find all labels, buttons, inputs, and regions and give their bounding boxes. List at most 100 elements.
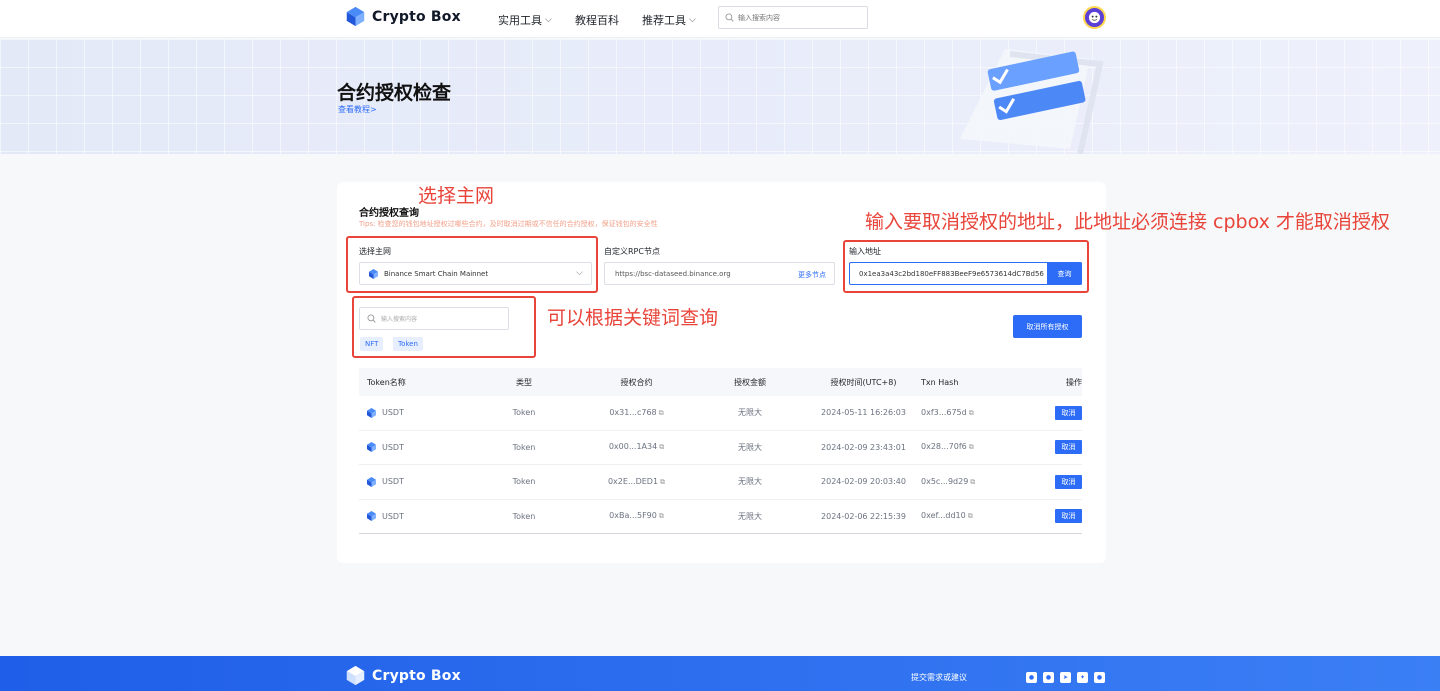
table-header: Token名称 类型 授权合约 授权金额 授权时间(UTC+8) Txn Has… — [359, 368, 1082, 396]
rpc-label: 自定义RPC节点 — [604, 247, 660, 256]
contract-address: 0xBa...5F90 — [609, 511, 657, 521]
tips-text: Tips: 检查您的钱包地址授权过哪些合约，及时取消过期或不信任的合约授权，保证… — [359, 220, 658, 228]
contract-illustration-icon — [960, 49, 1104, 154]
annotation-box-address — [843, 240, 1089, 293]
token-icon — [367, 511, 376, 522]
txn-hash[interactable]: 0xf3...675d — [921, 408, 967, 417]
amount: 无限大 — [738, 511, 762, 521]
page-title: 合约授权检查 — [337, 82, 452, 104]
nav-wiki[interactable]: 教程百科 — [575, 12, 619, 28]
auth-time: 2024-05-11 16:26:03 — [821, 408, 906, 418]
telegram-icon[interactable]: ➤ — [1060, 672, 1071, 683]
chevron-down-icon: ⌵ — [545, 15, 552, 25]
annotation-network-text: 选择主网 — [418, 185, 495, 207]
token-name: USDT — [382, 442, 404, 452]
crypto-box-logo-icon — [346, 665, 365, 686]
copy-icon[interactable]: ⧉ — [970, 478, 975, 486]
discord-icon[interactable]: ● — [1094, 672, 1105, 683]
authorization-table: Token名称 类型 授权合约 授权金额 授权时间(UTC+8) Txn Has… — [359, 368, 1082, 534]
token-type: Token — [512, 442, 536, 452]
nav-recommended[interactable]: 推荐工具 ⌵ — [642, 12, 696, 28]
copy-icon[interactable]: ⧉ — [659, 443, 664, 451]
auth-time: 2024-02-09 20:03:40 — [821, 477, 906, 487]
rpc-value: https://bsc-dataseed.binance.org — [615, 269, 731, 278]
cancel-button[interactable]: 取消 — [1055, 474, 1082, 489]
header-type: 类型 — [516, 377, 532, 387]
tutorial-link[interactable]: 查看教程> — [338, 104, 377, 115]
hash-cell: 0x5c...9d29 ⧉ — [921, 477, 1001, 487]
nav-tools-label: 实用工具 — [498, 14, 542, 27]
rpc-input[interactable]: https://bsc-dataseed.binance.org 更多节点 — [604, 262, 835, 285]
contract-cell: 0xBa...5F90 ⧉ — [579, 511, 694, 521]
header-amount: 授权金额 — [734, 377, 766, 387]
avatar-face-icon — [1088, 11, 1101, 24]
cancel-button[interactable]: 取消 — [1055, 405, 1082, 420]
auth-time: 2024-02-09 23:43:01 — [821, 442, 906, 452]
header-search[interactable] — [718, 6, 868, 29]
token-type: Token — [512, 477, 536, 487]
footer: Crypto Box 提交需求或建议 ● ● ➤ ✦ ● — [0, 656, 1440, 691]
contract-cell: 0x00...1A34 ⧉ — [579, 442, 694, 452]
token-icon — [367, 407, 376, 418]
revoke-all-button[interactable]: 取消所有授权 — [1013, 315, 1082, 338]
token-type: Token — [512, 511, 536, 521]
amount: 无限大 — [738, 442, 762, 452]
user-avatar[interactable] — [1083, 6, 1106, 29]
hash-cell: 0xf3...675d ⧉ — [921, 408, 1001, 418]
wechat-icon[interactable]: ● — [1026, 672, 1037, 683]
token-name: USDT — [382, 477, 404, 487]
brand-logo[interactable]: Crypto Box — [345, 6, 461, 27]
txn-hash[interactable]: 0x5c...9d29 — [921, 477, 968, 486]
txn-hash[interactable]: 0xef...dd10 — [921, 511, 966, 520]
copy-icon[interactable]: ⧉ — [969, 443, 974, 451]
more-nodes-link[interactable]: 更多节点 — [798, 270, 826, 280]
nav-wiki-label: 教程百科 — [575, 14, 619, 27]
hash-cell: 0x28...70f6 ⧉ — [921, 442, 1001, 452]
copy-icon[interactable]: ⧉ — [968, 512, 973, 520]
copy-icon[interactable]: ⧉ — [660, 478, 665, 486]
token-icon — [367, 476, 376, 487]
table-row: USDT Token 0x00...1A34 ⧉ 无限大 2024-02-09 2… — [359, 431, 1082, 465]
table-row: USDT Token 0x2E...DED1 ⧉ 无限大 2024-02-09 2… — [359, 465, 1082, 500]
contract-cell: 0x2E...DED1 ⧉ — [579, 477, 694, 487]
copy-icon[interactable]: ⧉ — [969, 409, 974, 417]
nav-recommended-label: 推荐工具 — [642, 14, 686, 27]
contract-address: 0x00...1A34 — [608, 442, 658, 452]
token-name: USDT — [382, 408, 404, 418]
header-action: 操作 — [1066, 377, 1082, 387]
contract-address: 0x2E...DED1 — [607, 476, 659, 486]
cancel-button[interactable]: 取消 — [1055, 440, 1082, 455]
contract-address: 0x31...c768 — [609, 407, 657, 417]
token-icon — [367, 442, 376, 453]
auth-time: 2024-02-06 22:15:39 — [821, 511, 906, 521]
header-token: Token名称 — [367, 377, 406, 387]
top-navbar: Crypto Box 实用工具 ⌵ 教程百科 推荐工具 ⌵ — [0, 0, 1440, 38]
header-hash: Txn Hash — [921, 377, 959, 387]
hero-grid-pattern — [0, 39, 1440, 154]
search-icon — [725, 13, 734, 22]
annotation-box-network — [346, 236, 598, 293]
brand-name: Crypto Box — [372, 8, 461, 25]
card-title: 合约授权查询 — [359, 208, 419, 219]
twitter-icon[interactable]: ✦ — [1077, 672, 1088, 683]
table-row: USDT Token 0x31...c768 ⧉ 无限大 2024-05-11 1… — [359, 396, 1082, 431]
cancel-button[interactable]: 取消 — [1055, 509, 1082, 524]
copy-icon[interactable]: ⧉ — [659, 512, 664, 520]
txn-hash[interactable]: 0x28...70f6 — [921, 442, 967, 451]
weibo-icon[interactable]: ● — [1043, 672, 1054, 683]
contract-cell: 0x31...c768 ⧉ — [579, 408, 694, 418]
token-name: USDT — [382, 511, 404, 521]
annotation-address-text: 输入要取消授权的地址，此地址必须连接 cpbox 才能取消授权 — [865, 211, 1390, 233]
hero-banner: 合约授权检查 查看教程> — [0, 39, 1440, 154]
annotation-box-keyword — [352, 296, 536, 358]
nav-tools[interactable]: 实用工具 ⌵ — [498, 12, 552, 28]
crypto-box-logo-icon — [346, 6, 365, 27]
token-type: Token — [512, 408, 536, 418]
hash-cell: 0xef...dd10 ⧉ — [921, 511, 1001, 521]
copy-icon[interactable]: ⧉ — [659, 409, 664, 417]
header-search-input[interactable] — [738, 13, 858, 22]
table-row: USDT Token 0xBa...5F90 ⧉ 无限大 2024-02-06 2… — [359, 500, 1082, 534]
footer-logo[interactable]: Crypto Box — [345, 665, 461, 686]
header-contract: 授权合约 — [620, 377, 653, 387]
feedback-link[interactable]: 提交需求或建议 — [911, 672, 967, 683]
